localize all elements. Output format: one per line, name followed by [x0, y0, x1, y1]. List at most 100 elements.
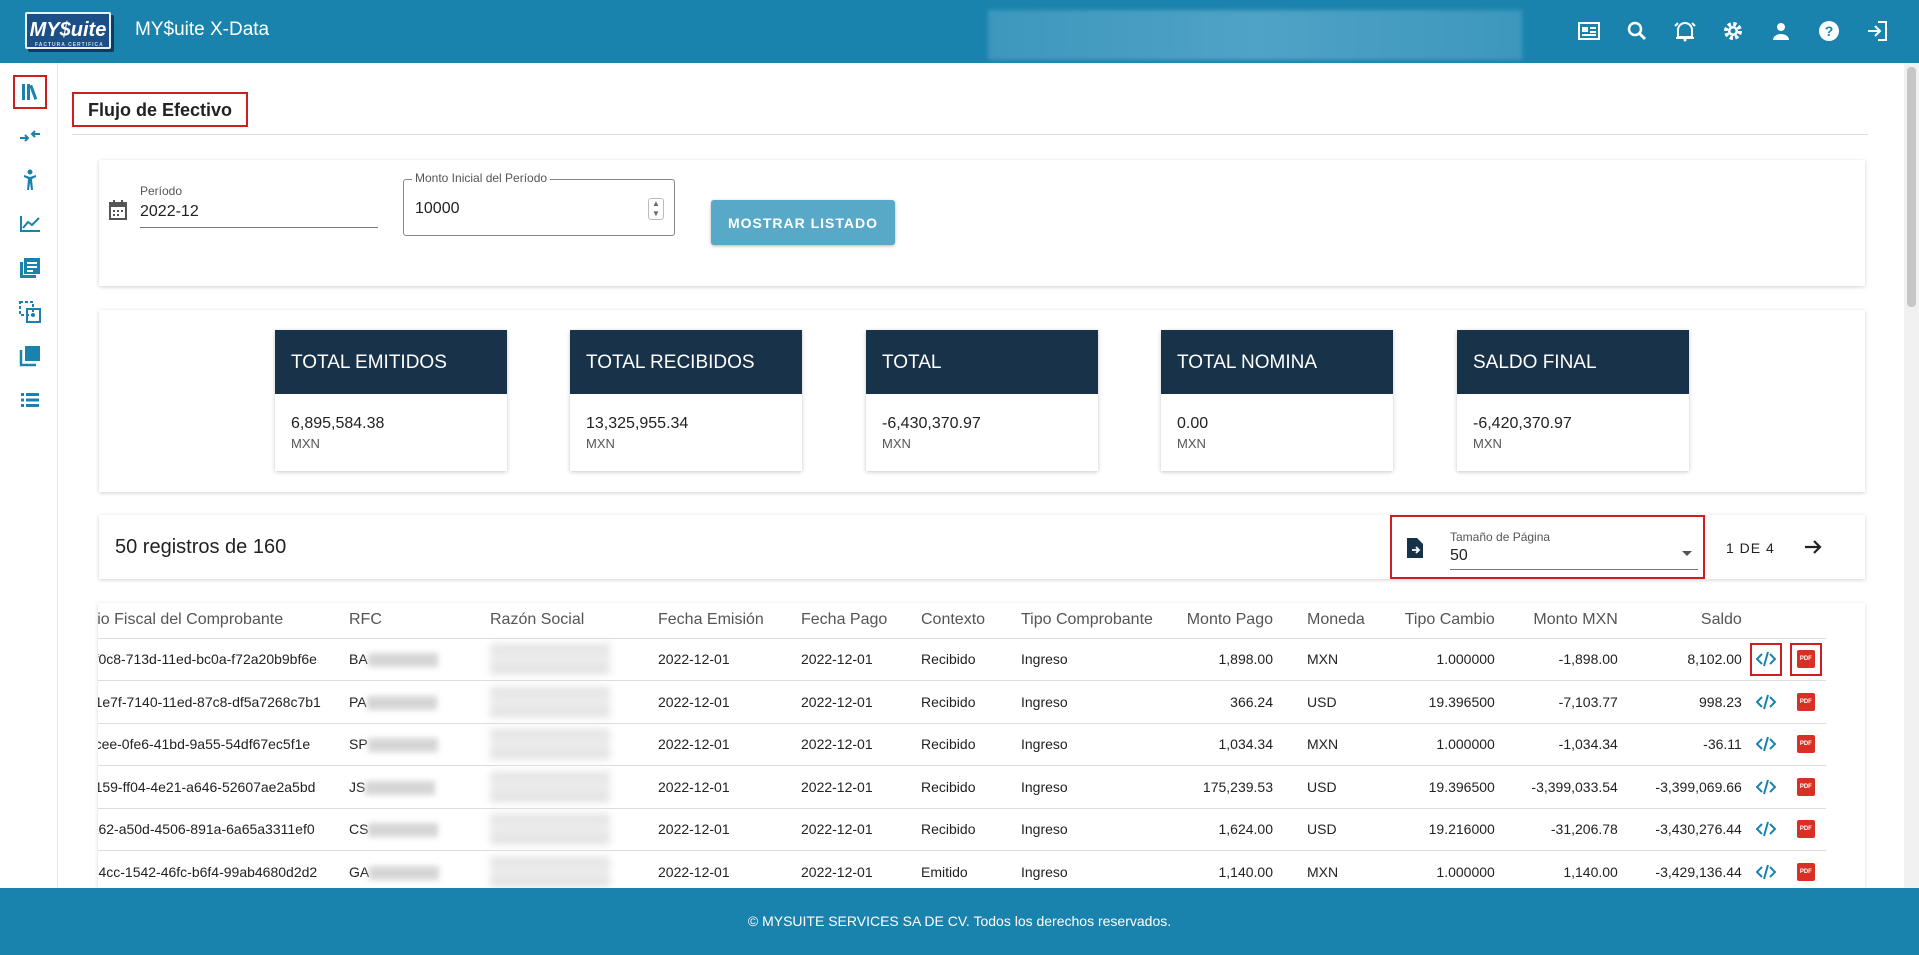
table-cell-moneda: USD	[1277, 765, 1369, 808]
app-logo[interactable]: MY$uite FACTURA CERTIFICA	[25, 12, 111, 49]
table-row[interactable]: 04cee-0fe6-41bd-9a55-54df67ec5f1e SP 2022-…	[98, 722, 1826, 766]
layers-icon[interactable]	[13, 339, 47, 373]
table-cell-monto-pago: 1,140.00	[1167, 850, 1277, 888]
pdf-icon[interactable]: PDF	[1789, 642, 1822, 676]
table-cell-moneda: MXN	[1277, 850, 1369, 888]
col-fecha-emision[interactable]: Fecha Emisión	[654, 603, 797, 638]
col-monto-mxn[interactable]: Monto MXN	[1499, 603, 1622, 638]
search-icon[interactable]	[1622, 16, 1652, 46]
code-icon[interactable]	[1750, 856, 1782, 889]
table-cell-folio: 63159-ff04-4e21-a646-52607ae2a5bd	[98, 765, 345, 808]
table-row[interactable]: b61e7f-7140-11ed-87c8-df5a7268c7b1 PA 2022…	[98, 680, 1826, 723]
monto-value[interactable]: 10000	[415, 200, 460, 218]
redacted-razon-social	[490, 771, 610, 802]
pdf-icon[interactable]: PDF	[1790, 728, 1822, 761]
page-size-value[interactable]: 50	[1450, 547, 1468, 565]
col-monto-pago[interactable]: Monto Pago	[1167, 603, 1277, 638]
help-icon[interactable]: ?	[1814, 16, 1844, 46]
pdf-action-cell: PDF	[1785, 722, 1826, 766]
table-cell-rfc: BA	[345, 637, 486, 681]
xml-action-cell	[1745, 807, 1786, 851]
next-page-icon[interactable]	[1803, 537, 1823, 562]
chart-line-icon[interactable]	[13, 207, 47, 241]
col-moneda[interactable]: Moneda	[1277, 603, 1369, 638]
col-tipo-comprobante[interactable]: Tipo Comprobante	[1017, 603, 1167, 638]
table-cell-fecha-emision: 2022-12-01	[654, 807, 797, 851]
divider	[72, 134, 1868, 135]
col-fecha-pago[interactable]: Fecha Pago	[797, 603, 917, 638]
table-row[interactable]: f6a62-a50d-4506-891a-6a65a3311ef0 CS 2022-…	[98, 807, 1826, 851]
document-list-icon[interactable]	[13, 251, 47, 285]
code-icon[interactable]	[1750, 728, 1782, 761]
person-icon[interactable]	[13, 163, 47, 197]
pdf-icon[interactable]: PDF	[1790, 685, 1822, 718]
rfc-text: BA	[349, 651, 368, 668]
library-icon[interactable]	[13, 75, 47, 109]
rfc-text: PA	[349, 693, 367, 710]
exchange-icon[interactable]	[13, 295, 47, 329]
col-folio[interactable]: Folio Fiscal del Comprobante	[98, 603, 345, 638]
col-razon-social[interactable]: Razón Social	[486, 603, 654, 638]
top-bar: MY$uite FACTURA CERTIFICA MY$uite X-Data …	[0, 0, 1919, 63]
table-row[interactable]: d1f0c8-713d-11ed-bc0a-f72a20b9bf6e BA 2022…	[98, 637, 1826, 681]
table-cell-monto-mxn: -31,206.78	[1498, 807, 1622, 851]
mostrar-listado-button[interactable]: MOSTRAR LISTADO	[711, 200, 895, 245]
col-contexto[interactable]: Contexto	[917, 603, 1017, 638]
period-value[interactable]: 2022-12	[140, 203, 378, 221]
redacted-rfc	[369, 866, 440, 881]
pdf-icon[interactable]: PDF	[1790, 813, 1822, 846]
list-icon[interactable]	[13, 383, 47, 417]
page-size-select[interactable]: Tamaño de Página 50	[1390, 515, 1705, 579]
page-title: Flujo de Efectivo	[72, 92, 248, 127]
col-tipo-cambio[interactable]: Tipo Cambio	[1369, 603, 1499, 638]
table-cell-fecha-emision: 2022-12-01	[654, 850, 797, 888]
table-cell-folio: b61e7f-7140-11ed-87c8-df5a7268c7b1	[98, 680, 345, 723]
period-label: Período	[140, 184, 183, 198]
total-title: SALDO FINAL	[1457, 330, 1689, 394]
table-row[interactable]: 9f04cc-1542-46fc-b6f4-99ab4680d2d2 GA 2022…	[98, 850, 1826, 889]
col-rfc[interactable]: RFC	[345, 603, 486, 638]
sidebar	[0, 63, 58, 888]
table-cell-razon-social	[486, 850, 654, 888]
news-icon[interactable]	[1574, 16, 1604, 46]
table-cell-contexto: Recibido	[917, 722, 1017, 766]
pdf-icon[interactable]: PDF	[1790, 856, 1822, 889]
table-header-row: Folio Fiscal del Comprobante RFC Razón S…	[98, 603, 1826, 638]
total-currency: MXN	[291, 436, 320, 451]
total-value: 6,895,584.38	[291, 415, 385, 432]
vertical-scrollbar[interactable]	[1904, 63, 1919, 888]
alarm-icon[interactable]	[1670, 16, 1700, 46]
table-cell-moneda: USD	[1277, 807, 1369, 851]
table-row[interactable]: 63159-ff04-4e21-a646-52607ae2a5bd JS 2022-…	[98, 765, 1826, 808]
compare-arrows-icon[interactable]	[13, 119, 47, 153]
logout-icon[interactable]	[1862, 16, 1892, 46]
table-cell-fecha-pago: 2022-12-01	[797, 765, 917, 808]
code-icon[interactable]	[1750, 770, 1782, 803]
table-cell-razon-social	[486, 807, 654, 851]
monto-inicial-field[interactable]: Monto Inicial del Período 10000 ▲ ▼	[403, 171, 675, 236]
period-field[interactable]: Período 2022-12	[140, 184, 378, 228]
total-title: TOTAL EMITIDOS	[275, 330, 507, 394]
pdf-badge: PDF	[1796, 820, 1815, 839]
redacted-razon-social	[490, 857, 610, 887]
pdf-icon[interactable]: PDF	[1790, 770, 1822, 803]
table-cell-saldo: 8,102.00	[1621, 637, 1746, 681]
chevron-down-icon[interactable]	[1682, 551, 1692, 556]
scrollbar-thumb[interactable]	[1907, 67, 1916, 307]
user-icon[interactable]	[1766, 16, 1796, 46]
code-icon[interactable]	[1750, 685, 1782, 718]
total-value: -6,420,370.97	[1473, 415, 1572, 432]
table-cell-tipo-comprobante: Ingreso	[1017, 850, 1167, 888]
table-cell-monto-mxn: -1,898.00	[1498, 637, 1622, 681]
col-saldo[interactable]: Saldo	[1622, 603, 1746, 638]
gear-icon[interactable]	[1718, 16, 1748, 46]
code-icon[interactable]	[1749, 642, 1782, 676]
export-file-icon[interactable]	[1406, 537, 1424, 564]
table-cell-tipo-cambio: 19.396500	[1368, 765, 1499, 808]
number-stepper[interactable]: ▲ ▼	[648, 198, 664, 220]
table-cell-tipo-comprobante: Ingreso	[1017, 722, 1167, 766]
pdf-action-cell: PDF	[1785, 765, 1826, 808]
calendar-icon[interactable]	[109, 200, 127, 225]
footer: © MYSUITE SERVICES SA DE CV. Todos los d…	[0, 888, 1919, 955]
code-icon[interactable]	[1750, 813, 1782, 846]
